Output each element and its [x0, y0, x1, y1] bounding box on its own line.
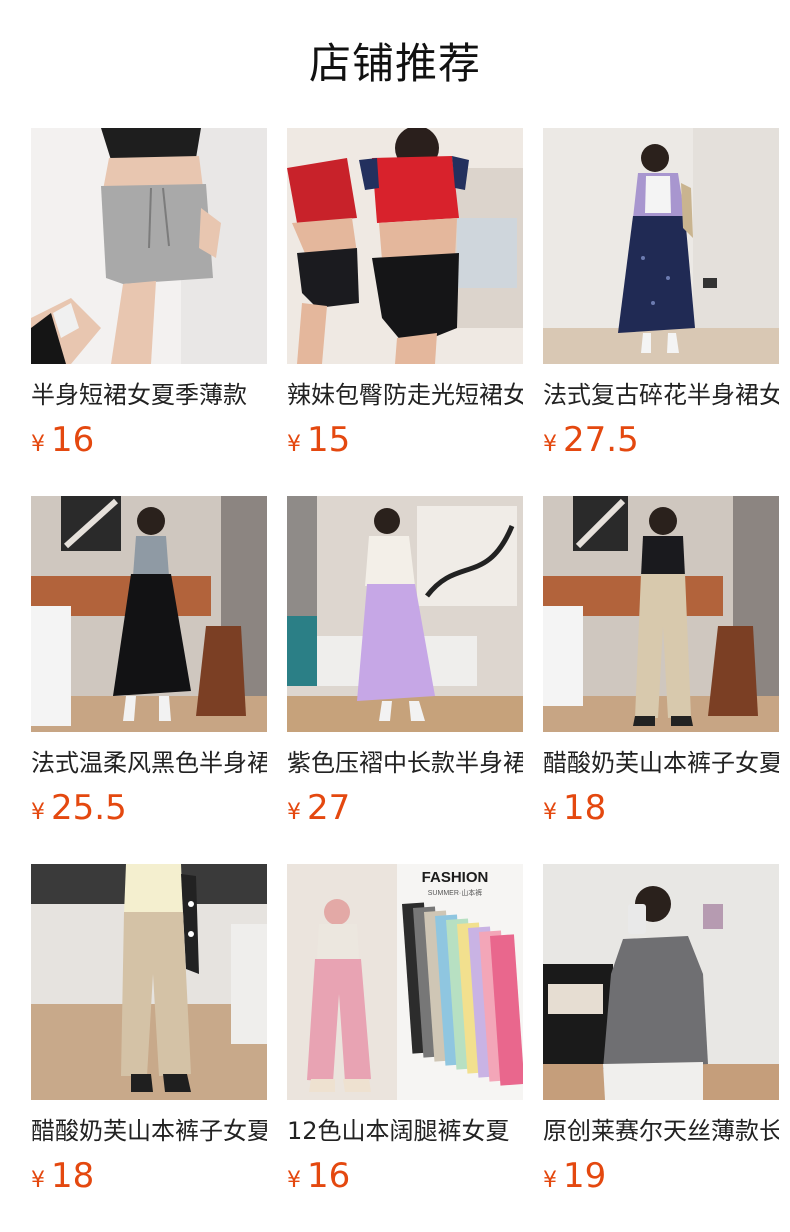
product-name[interactable]: 12色山本阔腿裤女夏 [287, 1114, 523, 1148]
product-card[interactable]: 辣妹包臀防走光短裙女 ¥15 [287, 128, 523, 496]
fashion-brand-text: FASHION [422, 869, 489, 886]
currency-symbol: ¥ [287, 1168, 301, 1193]
page-header: 店铺推荐 [0, 0, 790, 128]
currency-symbol: ¥ [543, 432, 557, 457]
product-card[interactable]: 法式复古碎花半身裙女 ¥27.5 [543, 128, 779, 496]
price-value: 27.5 [563, 420, 639, 460]
product-image[interactable] [543, 864, 779, 1100]
product-image[interactable] [543, 496, 779, 732]
product-image[interactable] [543, 128, 779, 364]
product-name[interactable]: 法式温柔风黑色半身裙 [31, 746, 267, 780]
product-card[interactable]: 原创莱赛尔天丝薄款长袖 ¥19 [543, 864, 779, 1232]
product-card[interactable]: 半身短裙女夏季薄款 ¥16 [31, 128, 267, 496]
currency-symbol: ¥ [31, 1168, 45, 1193]
product-card[interactable]: 醋酸奶芙山本裤子女夏 ¥18 [543, 496, 779, 864]
currency-symbol: ¥ [543, 800, 557, 825]
product-price: ¥18 [543, 786, 779, 830]
product-image[interactable] [287, 496, 523, 732]
price-value: 25.5 [51, 788, 127, 828]
fashion-subtitle-text: SUMMER·山本裤 [428, 888, 482, 897]
price-value: 18 [51, 1156, 95, 1196]
product-name[interactable]: 原创莱赛尔天丝薄款长袖 [543, 1114, 779, 1148]
currency-symbol: ¥ [287, 432, 301, 457]
product-name[interactable]: 半身短裙女夏季薄款 [31, 378, 267, 412]
price-value: 16 [307, 1156, 351, 1196]
product-price: ¥16 [287, 1154, 523, 1198]
product-price: ¥15 [287, 418, 523, 462]
product-name[interactable]: 醋酸奶芙山本裤子女夏 [31, 1114, 267, 1148]
product-name[interactable]: 醋酸奶芙山本裤子女夏 [543, 746, 779, 780]
product-image[interactable] [287, 128, 523, 364]
page-title: 店铺推荐 [308, 39, 481, 88]
product-image[interactable] [31, 128, 267, 364]
currency-symbol: ¥ [287, 800, 301, 825]
product-card[interactable]: 醋酸奶芙山本裤子女夏 ¥18 [31, 864, 267, 1232]
recommendation-page: 店铺推荐 半身短裙女夏季薄款 ¥ 16 辣妹包臀防走光短裙女 ¥ 15 法式复古… [0, 0, 790, 1232]
product-card[interactable]: FASHION SUMMER·山本裤 12色山本阔腿裤女夏 ¥16 [287, 864, 523, 1232]
product-image[interactable]: FASHION SUMMER·山本裤 [287, 864, 523, 1100]
price-value: 18 [563, 788, 607, 828]
product-price: ¥16 [31, 418, 267, 462]
price-value: 16 [51, 420, 95, 460]
product-price: ¥25.5 [31, 786, 267, 830]
product-card[interactable]: 法式温柔风黑色半身裙 ¥25.5 [31, 496, 267, 864]
product-grid: 半身短裙女夏季薄款 ¥16 辣妹包臀防走光短裙女 ¥ 15 法式复古碎花半身裙女… [31, 128, 779, 1232]
product-price: ¥18 [31, 1154, 267, 1198]
product-image[interactable] [31, 864, 267, 1100]
product-price: ¥27.5 [543, 418, 779, 462]
price-value: 15 [307, 420, 351, 460]
currency-symbol: ¥ [31, 800, 45, 825]
product-image[interactable] [31, 496, 267, 732]
product-name[interactable]: 辣妹包臀防走光短裙女 [287, 378, 523, 412]
currency-symbol: ¥ [31, 432, 45, 457]
currency-symbol: ¥ [543, 1168, 557, 1193]
product-name[interactable]: 法式复古碎花半身裙女 [543, 378, 779, 412]
product-price: ¥27 [287, 786, 523, 830]
product-card[interactable]: 紫色压褶中长款半身裙 ¥27 [287, 496, 523, 864]
product-name[interactable]: 紫色压褶中长款半身裙 [287, 746, 523, 780]
price-value: 27 [307, 788, 351, 828]
product-price: ¥19 [543, 1154, 779, 1198]
price-value: 19 [563, 1156, 607, 1196]
